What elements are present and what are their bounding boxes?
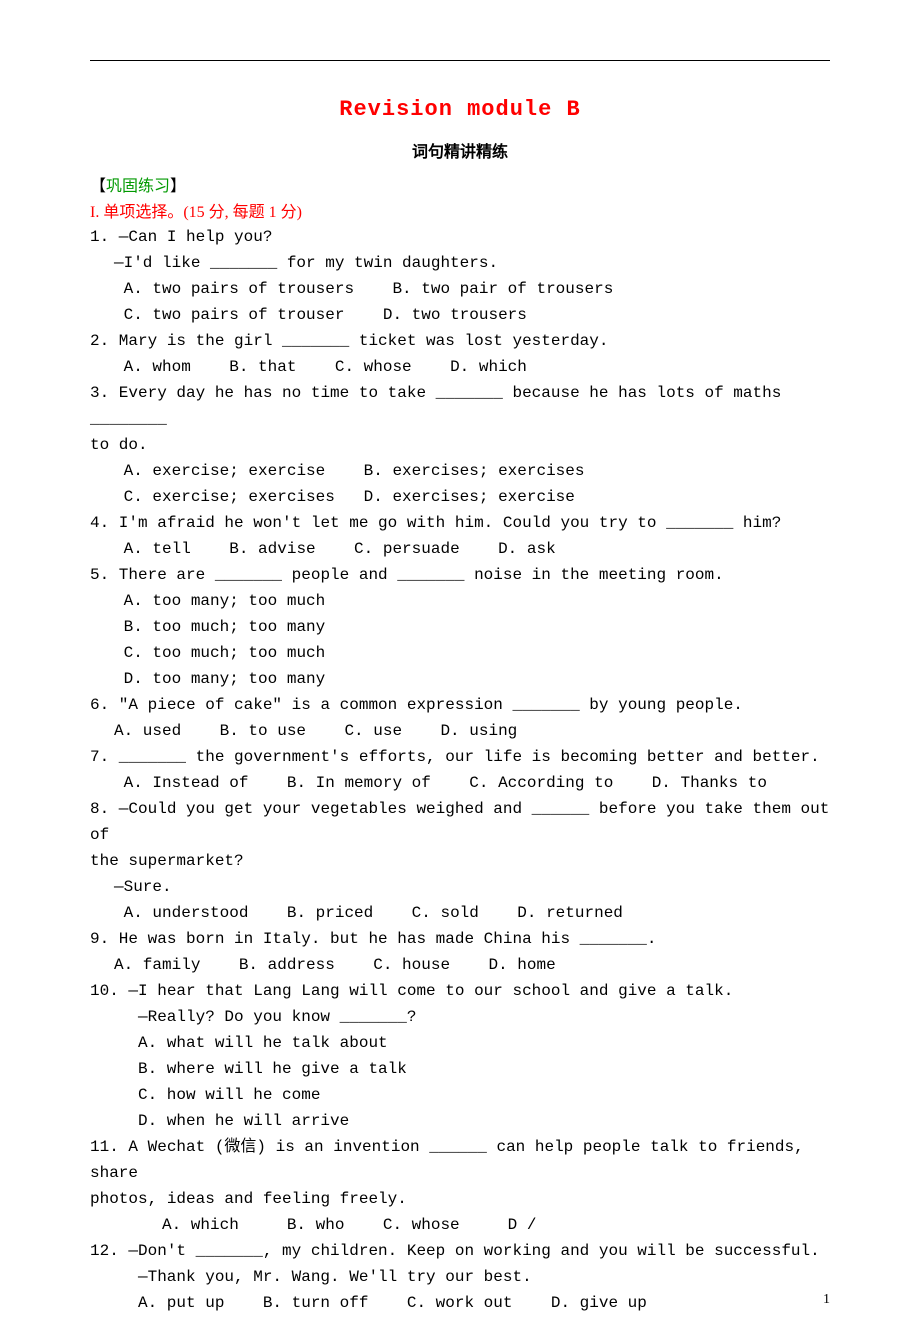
- q4-options: A. tell B. advise C. persuade D. ask: [90, 536, 830, 562]
- q12-line1: 12. —Don't _______, my children. Keep on…: [90, 1238, 830, 1264]
- section-marker-text: 巩固练习: [106, 178, 170, 195]
- q8-line2: the supermarket?: [90, 848, 830, 874]
- q10-line2: —Really? Do you know _______?: [90, 1004, 830, 1030]
- bracket-close: 】: [170, 178, 186, 195]
- page-title: Revision module B: [90, 97, 830, 122]
- q1-options-1: A. two pairs of trousers B. two pair of …: [90, 276, 830, 302]
- page-subtitle: 词句精讲精练: [90, 138, 830, 162]
- q9-options: A. family B. address C. house D. home: [90, 952, 830, 978]
- q11-line1: 11. A Wechat (微信) is an invention ______…: [90, 1134, 830, 1186]
- q12-line2: —Thank you, Mr. Wang. We'll try our best…: [90, 1264, 830, 1290]
- q10-line1: 10. —I hear that Lang Lang will come to …: [90, 978, 830, 1004]
- q1-line2: —I'd like _______ for my twin daughters.: [90, 250, 830, 276]
- q1-line1: 1. —Can I help you?: [90, 224, 830, 250]
- part-1-heading: I. 单项选择。(15 分, 每题 1 分): [90, 198, 830, 222]
- page-number: 1: [823, 1292, 830, 1308]
- q1-options-2: C. two pairs of trouser D. two trousers: [90, 302, 830, 328]
- q8-options: A. understood B. priced C. sold D. retur…: [90, 900, 830, 926]
- q3-options-1: A. exercise; exercise B. exercises; exer…: [90, 458, 830, 484]
- q8-line1: 8. —Could you get your vegetables weighe…: [90, 796, 830, 848]
- q9-line1: 9. He was born in Italy. but he has made…: [90, 926, 830, 952]
- bracket-open: 【: [90, 178, 106, 195]
- q3-options-2: C. exercise; exercises D. exercises; exe…: [90, 484, 830, 510]
- section-marker: 【巩固练习】: [90, 172, 830, 196]
- q3-line2: to do.: [90, 432, 830, 458]
- q7-options: A. Instead of B. In memory of C. Accordi…: [90, 770, 830, 796]
- q3-line1: 3. Every day he has no time to take ____…: [90, 380, 830, 432]
- q5-option-d: D. too many; too many: [90, 666, 830, 692]
- q8-line3: —Sure.: [90, 874, 830, 900]
- q10-option-d: D. when he will arrive: [90, 1108, 830, 1134]
- q11-line2: photos, ideas and feeling freely.: [90, 1186, 830, 1212]
- q6-line1: 6. "A piece of cake" is a common express…: [90, 692, 830, 718]
- q12-options: A. put up B. turn off C. work out D. giv…: [90, 1290, 830, 1316]
- q10-option-b: B. where will he give a talk: [90, 1056, 830, 1082]
- q2-line1: 2. Mary is the girl _______ ticket was l…: [90, 328, 830, 354]
- q11-options: A. which B. who C. whose D /: [90, 1212, 830, 1238]
- q10-option-c: C. how will he come: [90, 1082, 830, 1108]
- q6-options: A. used B. to use C. use D. using: [90, 718, 830, 744]
- q5-option-a: A. too many; too much: [90, 588, 830, 614]
- q5-line1: 5. There are _______ people and _______ …: [90, 562, 830, 588]
- q10-option-a: A. what will he talk about: [90, 1030, 830, 1056]
- q2-options: A. whom B. that C. whose D. which: [90, 354, 830, 380]
- top-divider: [90, 60, 830, 61]
- q5-option-b: B. too much; too many: [90, 614, 830, 640]
- document-page: Revision module B 词句精讲精练 【巩固练习】 I. 单项选择。…: [0, 0, 920, 1336]
- q5-option-c: C. too much; too much: [90, 640, 830, 666]
- q4-line1: 4. I'm afraid he won't let me go with hi…: [90, 510, 830, 536]
- q7-line1: 7. _______ the government's efforts, our…: [90, 744, 830, 770]
